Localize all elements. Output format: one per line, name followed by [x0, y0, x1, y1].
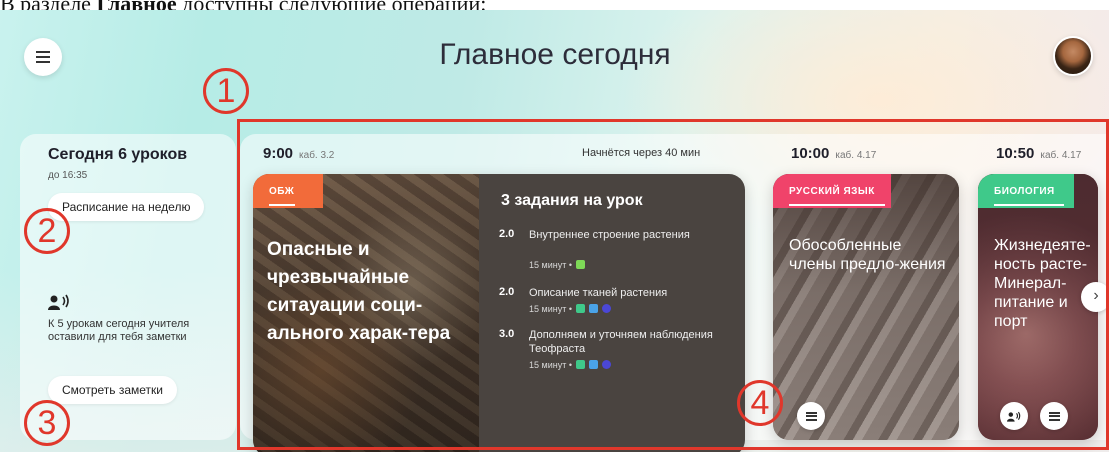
today-summary-panel: Сегодня 6 уроков до 16:35 Расписание на … — [20, 134, 236, 440]
menu-icon — [36, 51, 50, 63]
teacher-notes-text: К 5 урокам сегодня учителя оставили для … — [48, 318, 190, 343]
today-lessons-count: Сегодня 6 уроков — [48, 146, 188, 163]
page-title: Главное сегодня — [439, 38, 671, 71]
weekly-schedule-button[interactable]: Расписание на неделю — [48, 193, 205, 221]
view-notes-button[interactable]: Смотреть заметки — [48, 376, 178, 404]
today-until-time: до 16:35 — [48, 170, 88, 181]
annotation-marker-4: 4 — [737, 380, 783, 426]
menu-button[interactable] — [24, 38, 62, 76]
annotation-marker-1: 1 — [203, 68, 249, 114]
lessons-highlight-frame — [237, 119, 1109, 450]
annotation-marker-3: 3 — [24, 400, 70, 446]
avatar[interactable] — [1053, 36, 1093, 76]
notes-icon — [48, 294, 69, 310]
annotation-marker-2: 2 — [24, 208, 70, 254]
